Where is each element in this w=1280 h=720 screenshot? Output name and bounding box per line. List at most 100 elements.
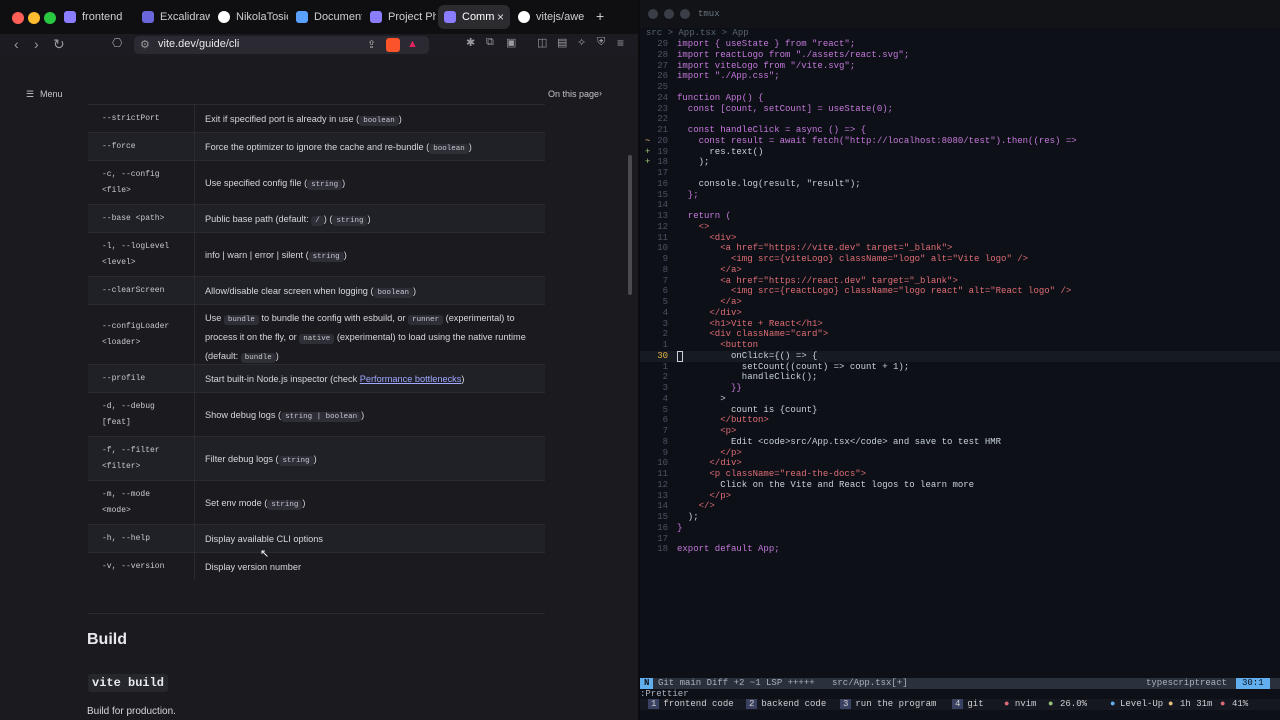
type-code: bundle (240, 352, 276, 363)
code-line: 9 <img src={viteLogo} className="logo" a… (640, 254, 1280, 265)
code-text: <a href="https://vite.dev" target="_blan… (677, 243, 953, 254)
zoom-window-icon[interactable] (680, 9, 690, 19)
code-line: 8 </a> (640, 265, 1280, 276)
line-number: 16 (657, 522, 668, 533)
line-number: 11 (657, 232, 668, 243)
hamburger-menu-icon[interactable]: ≡ (617, 36, 624, 50)
tmux-window[interactable]: 4 git (952, 699, 984, 710)
browser-tab[interactable]: vitejs/awe (512, 5, 588, 29)
line-number: 30 (657, 350, 668, 361)
extension-icon[interactable]: ✱ (466, 36, 475, 49)
vpn-icon[interactable]: ⛨ (597, 36, 605, 49)
forward-icon[interactable]: › (34, 36, 39, 52)
code-text: }; (677, 189, 699, 200)
close-window-icon[interactable] (648, 9, 658, 19)
option-description: Public base path (default: /) (string) (205, 211, 537, 230)
description-text: ) (343, 249, 347, 260)
option-description: Force the optimizer to ignore the cache … (205, 139, 537, 158)
column-divider (194, 553, 195, 580)
description-text: Force the optimizer to ignore the cache … (205, 141, 430, 152)
line-number: 5 (662, 297, 668, 307)
code-text: onClick={() => { (677, 350, 818, 361)
description-text: Display available CLI options (205, 533, 323, 544)
minimize-window-icon[interactable] (664, 9, 674, 19)
line-number: 9 (662, 447, 668, 458)
wallet-icon[interactable]: ▤ (557, 36, 567, 49)
tmux-window[interactable]: ● nvim (1004, 699, 1036, 710)
description-text: ) (313, 453, 317, 464)
new-tab-button[interactable]: + (596, 8, 604, 24)
browser-tab[interactable]: NikolaTosic (212, 5, 288, 29)
address-bar[interactable]: ⚙ vite.dev/guide/cli ⇪ ▲ (134, 36, 429, 54)
back-icon[interactable]: ‹ (14, 36, 19, 52)
screenshot-icon[interactable]: ▣ (506, 36, 516, 49)
option-description: Filter debug logs (string) (205, 451, 537, 470)
type-code: string (307, 179, 343, 190)
code-line: 7 <a href="https://react.dev" target="_b… (640, 276, 1280, 287)
menu-icon[interactable]: ☰ (26, 89, 34, 100)
window-label: run the program (855, 699, 937, 709)
column-divider (194, 481, 195, 524)
on-this-page-button[interactable]: On this page (548, 89, 599, 99)
browser-tab[interactable]: frontend (58, 5, 134, 29)
browser-tab[interactable]: Project Ph (364, 5, 436, 29)
site-info-icon[interactable]: ⚙ (140, 38, 150, 51)
close-window-icon[interactable] (12, 12, 24, 24)
line-number: 8 (662, 436, 668, 447)
browser-tab[interactable]: Comm × (438, 5, 510, 29)
puzzle-icon[interactable]: ⧉ (486, 36, 494, 49)
code-line: 5 </a> (640, 297, 1280, 308)
git-added-icon: + (645, 146, 651, 157)
zoom-window-icon[interactable] (44, 12, 56, 24)
close-tab-icon[interactable]: × (497, 5, 504, 29)
docs-local-nav: ☰ Menu On this page › (4, 82, 628, 106)
browser-tab[interactable]: Excalidraw (136, 5, 210, 29)
code-text: } (677, 522, 683, 533)
line-number: 15 (657, 189, 668, 200)
column-divider (194, 205, 195, 232)
table-row: -l, --logLevel <level> info | warn | erro… (88, 232, 545, 276)
line-number: 24 (657, 92, 668, 103)
share-icon[interactable]: ⇪ (367, 38, 376, 51)
rewards-icon[interactable]: ▲ (407, 38, 418, 50)
option-flag: --configLoader <loader> (102, 322, 170, 347)
code-line: 18 export default App; (640, 544, 1280, 555)
bookmark-icon[interactable]: ⎔ (112, 36, 122, 50)
menu-button[interactable]: Menu (40, 89, 63, 99)
tab-label: frontend (82, 11, 123, 23)
description-text: Public base path (default: (205, 213, 312, 224)
tab-label: Excalidraw (160, 11, 210, 23)
code-text: </div> (677, 458, 742, 469)
type-code: string (267, 499, 303, 510)
code-line: 13 </p> (640, 491, 1280, 502)
code-line: 11 <p className="read-the-docs"> (640, 469, 1280, 480)
code-text: <div className="card"> (677, 329, 829, 340)
tmux-window[interactable]: 3 run the program (840, 699, 936, 710)
line-number: 12 (657, 479, 668, 490)
description-text: ) (361, 409, 365, 420)
line-number: 3 (662, 318, 668, 329)
line-number: 3 (662, 383, 668, 393)
description-text: Show debug logs ( (205, 409, 282, 420)
tmux-window[interactable]: 2 backend code (746, 699, 826, 710)
performance-link[interactable]: Performance bottlenecks (360, 374, 462, 384)
brave-shield-icon[interactable] (386, 38, 400, 52)
line-number: 23 (657, 103, 668, 114)
option-description: Use specified config file (string) (205, 175, 537, 194)
line-number: 10 (657, 243, 668, 254)
line-number: 15 (657, 512, 668, 522)
code-text: <p> (677, 426, 737, 436)
minimize-window-icon[interactable] (28, 12, 40, 24)
tmux-window[interactable]: 1 frontend code (648, 699, 734, 710)
description-text: ) (461, 373, 465, 384)
reload-icon[interactable]: ↻ (53, 36, 65, 53)
code-line: 29 import { useState } from "react"; (640, 39, 1280, 50)
option-flag: -v, --version (102, 562, 165, 571)
code-editor[interactable]: src > App.tsx > App 29 import { useState … (640, 28, 1280, 688)
code-text: <> (677, 221, 710, 232)
sidebar-icon[interactable]: ◫ (537, 36, 547, 49)
browser-tab[interactable]: Documentat (290, 5, 362, 29)
page-scrollbar[interactable] (628, 155, 632, 295)
mouse-cursor-icon: ↖ (260, 548, 270, 560)
leo-icon[interactable]: ✧ (577, 36, 586, 49)
